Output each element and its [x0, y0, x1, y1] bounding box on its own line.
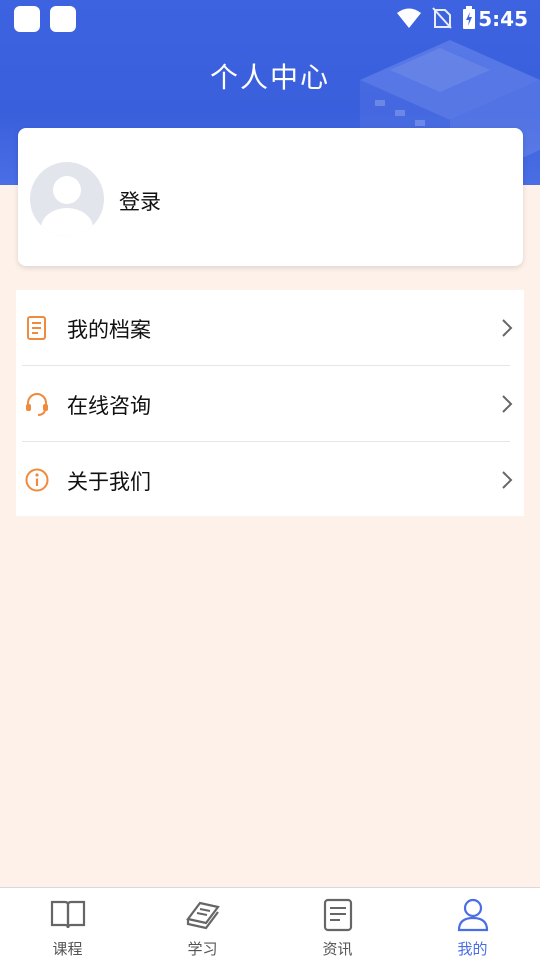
status-bar: 5:45: [0, 0, 540, 36]
menu-list: 我的档案 在线咨询 关于我们: [16, 290, 524, 516]
menu-item-label: 我的档案: [67, 318, 151, 342]
user-icon: [457, 898, 488, 932]
tab-label: 学习: [187, 940, 218, 958]
battery-charging-icon: [463, 6, 475, 29]
tab-label: 资讯: [322, 940, 353, 958]
menu-item-online-consult[interactable]: 在线咨询: [16, 366, 524, 442]
open-book-icon: [50, 900, 85, 929]
clock: 5:45: [478, 7, 528, 31]
notification-icon: [14, 6, 40, 32]
menu-item-my-profile[interactable]: 我的档案: [16, 290, 524, 366]
tab-label: 我的: [457, 940, 488, 958]
book-stack-icon: [185, 901, 220, 930]
info-icon: [25, 468, 49, 492]
page-title: 个人中心: [209, 61, 330, 94]
menu-item-label: 关于我们: [67, 470, 151, 494]
default-avatar-icon: [41, 176, 93, 236]
chevron-right-icon: [502, 395, 513, 413]
login-link[interactable]: 登录: [119, 186, 161, 216]
tab-news[interactable]: 资讯: [270, 888, 405, 960]
bottom-tab-bar: 课程 学习 资讯 我的: [0, 887, 540, 960]
notification-icon: [50, 6, 76, 32]
tab-label: 课程: [52, 940, 83, 958]
tab-courses[interactable]: 课程: [0, 888, 135, 960]
chevron-right-icon: [502, 471, 513, 489]
menu-item-about-us[interactable]: 关于我们: [16, 442, 524, 518]
wifi-icon: [397, 8, 421, 28]
menu-item-label: 在线咨询: [67, 394, 151, 418]
profile-card[interactable]: 登录: [18, 128, 523, 266]
chevron-right-icon: [502, 319, 513, 337]
document-icon: [27, 316, 46, 340]
no-sim-icon: [432, 7, 452, 29]
avatar[interactable]: [30, 162, 104, 236]
headset-icon: [26, 393, 48, 416]
news-icon: [323, 898, 352, 932]
tab-mine[interactable]: 我的: [405, 888, 540, 960]
tab-study[interactable]: 学习: [135, 888, 270, 960]
